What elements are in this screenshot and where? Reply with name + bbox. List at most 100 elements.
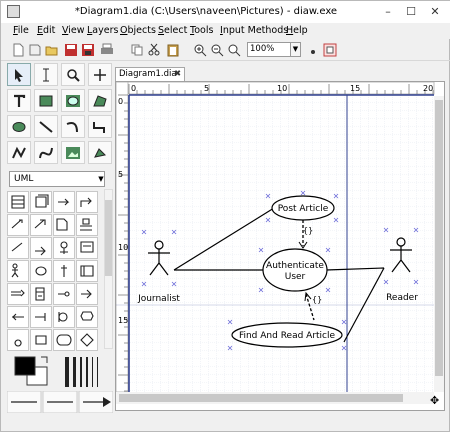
uml-shape-tool[interactable] xyxy=(30,237,52,259)
dependency-label: {} xyxy=(303,226,313,235)
uml-shape-tool[interactable] xyxy=(53,237,75,259)
uml-shape-tool[interactable] xyxy=(76,329,98,351)
uml-shape-tool[interactable] xyxy=(30,329,52,351)
sheet-scrollbar[interactable] xyxy=(104,189,113,349)
menu-select[interactable]: Select xyxy=(158,25,187,36)
copy-icon[interactable] xyxy=(130,43,144,57)
line-width-selector[interactable] xyxy=(63,355,107,389)
uml-shape-tool[interactable] xyxy=(53,306,75,328)
uml-shape-tool[interactable] xyxy=(7,306,29,328)
bezierline-icon xyxy=(39,147,53,158)
uml-shape-tool[interactable] xyxy=(53,214,75,236)
uml-shape-tool[interactable] xyxy=(7,260,29,282)
connection-icon[interactable] xyxy=(323,43,337,57)
uml-shape-tool[interactable] xyxy=(76,214,98,236)
uml-shape-tool[interactable] xyxy=(30,260,52,282)
line-tool[interactable] xyxy=(34,115,58,138)
tab-close-icon[interactable]: ✖ xyxy=(174,68,181,80)
tab-diagram1[interactable]: Diagram1.dia ✖ xyxy=(115,67,185,81)
toolbar: 100% ▼ xyxy=(1,39,450,61)
uml-shape-tool[interactable] xyxy=(53,329,75,351)
beziergon-tool[interactable] xyxy=(7,115,31,138)
uml-shape-tool[interactable] xyxy=(76,306,98,328)
swap-colors-icon[interactable] xyxy=(41,356,48,363)
sheet-select[interactable]: UML ▼ xyxy=(9,171,105,187)
snap-grid-icon[interactable] xyxy=(306,43,320,57)
zoom-out-icon[interactable] xyxy=(210,43,224,57)
sheet-scrollbar-thumb[interactable] xyxy=(105,200,112,276)
zoom-select[interactable]: 100% xyxy=(247,42,291,57)
uml-shape-tool[interactable] xyxy=(7,329,29,351)
magnify-tool[interactable] xyxy=(61,63,85,86)
image-tool[interactable] xyxy=(61,141,85,164)
uml-shape-tool[interactable] xyxy=(7,237,29,259)
menu-help[interactable]: Help xyxy=(286,25,308,36)
left-ruler-label: 0 xyxy=(118,97,123,106)
zigzag-tool[interactable] xyxy=(88,115,112,138)
color-swatch[interactable] xyxy=(13,355,53,389)
sheet-select-label: UML xyxy=(14,174,34,184)
paste-icon[interactable] xyxy=(166,43,180,57)
menu-file[interactable]: File xyxy=(13,25,29,36)
text-tool[interactable] xyxy=(7,89,31,112)
uml-shape-tool[interactable] xyxy=(53,191,75,213)
menu-input-methods[interactable]: Input Methods xyxy=(220,25,288,36)
navigate-icon[interactable]: ✥ xyxy=(430,394,439,407)
uml-shape-tool[interactable] xyxy=(76,260,98,282)
uml-shape-tool[interactable] xyxy=(30,283,52,305)
bezierline-tool[interactable] xyxy=(34,141,58,164)
uml-shape-tool[interactable] xyxy=(7,283,29,305)
menu-view[interactable]: View xyxy=(62,25,85,36)
chevron-down-icon: ▼ xyxy=(98,175,104,183)
diagram-canvas[interactable]: 0 5 10 15 20 051015 ✥ {} {} Post Article… xyxy=(115,81,444,410)
menu-tools[interactable]: Tools xyxy=(190,25,213,36)
box-tool[interactable] xyxy=(34,89,58,112)
vertical-scrollbar-thumb[interactable] xyxy=(435,100,443,376)
ellipse-tool[interactable] xyxy=(61,89,85,112)
cut-icon[interactable] xyxy=(147,43,161,57)
uml-shape-icon xyxy=(35,287,45,301)
uml-shape-tool[interactable] xyxy=(7,191,29,213)
uml-shape-tool[interactable] xyxy=(30,214,52,236)
uml-shape-icon xyxy=(14,339,22,347)
polygon-tool[interactable] xyxy=(88,89,112,112)
uml-shape-tool[interactable] xyxy=(76,237,98,259)
uml-shape-tool[interactable] xyxy=(76,283,98,305)
horizontal-scrollbar-thumb[interactable] xyxy=(119,394,403,402)
uml-shape-icon xyxy=(12,313,24,321)
polygon-icon xyxy=(93,94,107,106)
save-as-icon[interactable] xyxy=(81,43,95,57)
menu-layers[interactable]: Layers xyxy=(87,25,118,36)
line-style-selector[interactable] xyxy=(7,391,113,413)
uml-shape-tool[interactable] xyxy=(76,191,98,213)
chevron-down-icon[interactable]: ▼ xyxy=(291,42,301,57)
uml-shape-tool[interactable] xyxy=(53,283,75,305)
maximize-button[interactable]: ☐ xyxy=(401,3,421,21)
uml-shape-tool[interactable] xyxy=(30,191,52,213)
uml-shape-tool[interactable] xyxy=(7,214,29,236)
menu-edit[interactable]: Edit xyxy=(37,25,55,36)
zoom-fit-icon[interactable] xyxy=(227,43,241,57)
menu-objects[interactable]: Objects xyxy=(120,25,156,36)
outline-tool[interactable] xyxy=(88,141,112,164)
close-button[interactable]: ✕ xyxy=(425,3,445,21)
print-icon[interactable] xyxy=(100,43,114,57)
text-edit-tool[interactable] xyxy=(34,63,58,86)
beziergon-icon xyxy=(12,121,26,132)
uml-shape-tool[interactable] xyxy=(30,306,52,328)
foreground-color-swatch[interactable] xyxy=(14,356,36,376)
new-file-icon[interactable] xyxy=(11,43,25,57)
pointer-tool[interactable] xyxy=(7,63,31,86)
polyline-tool[interactable] xyxy=(7,141,31,164)
zoom-in-icon[interactable] xyxy=(193,43,207,57)
open-icon[interactable] xyxy=(45,43,59,57)
scroll-tool[interactable] xyxy=(88,63,112,86)
uml-shape-tool[interactable] xyxy=(53,260,75,282)
uml-shape-icon xyxy=(58,198,70,206)
save-icon[interactable] xyxy=(64,43,78,57)
uml-shape-icon xyxy=(11,219,23,229)
minimize-button[interactable]: – xyxy=(378,3,398,21)
uml-shape-icon xyxy=(80,218,92,231)
arc-tool[interactable] xyxy=(61,115,85,138)
new-diagram-icon[interactable] xyxy=(28,43,42,57)
